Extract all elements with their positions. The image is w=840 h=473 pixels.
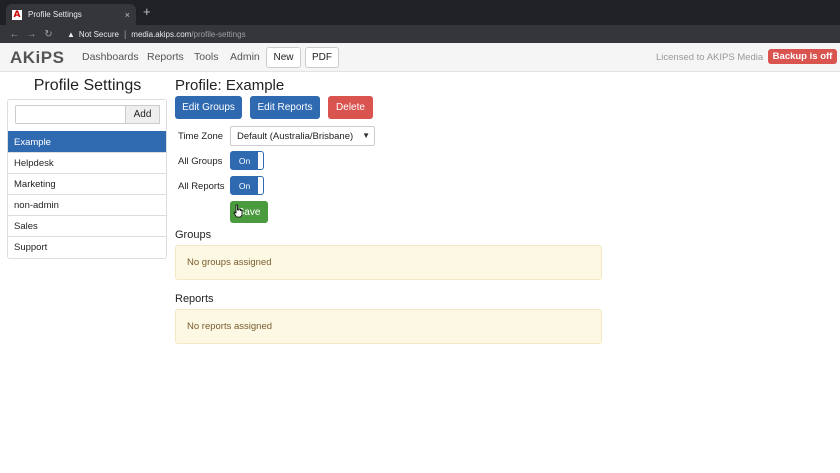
reload-icon[interactable]: ↻: [40, 29, 57, 40]
pdf-button[interactable]: PDF: [305, 47, 339, 68]
akips-logo[interactable]: AKiPS: [10, 48, 64, 68]
nav-admin[interactable]: Admin: [230, 51, 260, 63]
timezone-label: Time Zone: [178, 131, 224, 142]
forward-icon[interactable]: →: [23, 29, 40, 40]
timezone-select[interactable]: Default (Australia/Brisbane) ▼: [230, 126, 375, 146]
sidebar-item-sales[interactable]: Sales: [8, 215, 166, 236]
warning-icon: ▲: [67, 29, 75, 39]
all-groups-toggle[interactable]: On: [230, 151, 264, 170]
edit-groups-button[interactable]: Edit Groups: [175, 96, 242, 119]
close-icon[interactable]: ×: [125, 10, 130, 20]
sidebar-item-non-admin[interactable]: non-admin: [8, 194, 166, 215]
license-text: Licensed to AKIPS Media: [656, 52, 764, 63]
nav-dashboards[interactable]: Dashboards: [82, 51, 139, 63]
url-host[interactable]: media.akips.com: [131, 30, 191, 39]
hand-cursor-icon: [233, 204, 243, 218]
reports-heading: Reports: [175, 293, 214, 305]
toggle-on-label: On: [231, 177, 258, 194]
sidebar-item-helpdesk[interactable]: Helpdesk: [8, 152, 166, 173]
profile-list-panel: Add Example Helpdesk Marketing non-admin…: [7, 99, 167, 259]
toggle-on-label: On: [231, 152, 258, 169]
sidebar-item-marketing[interactable]: Marketing: [8, 173, 166, 194]
add-profile-button[interactable]: Add: [126, 105, 160, 124]
all-groups-label: All Groups: [178, 156, 223, 167]
timezone-value: Default (Australia/Brisbane): [237, 130, 354, 142]
browser-tab-bar: A Profile Settings × +: [0, 0, 840, 25]
address-bar: ← → ↻ ▲ Not Secure | media.akips.com/pro…: [0, 25, 840, 43]
app-navbar: AKiPS Dashboards Reports Tools Admin New…: [0, 43, 840, 72]
divider: |: [123, 29, 127, 39]
browser-tab[interactable]: A Profile Settings ×: [6, 4, 136, 25]
all-reports-toggle[interactable]: On: [230, 176, 264, 195]
new-profile-input[interactable]: [15, 105, 126, 124]
delete-button[interactable]: Delete: [328, 96, 373, 119]
chevron-down-icon: ▼: [362, 131, 370, 140]
back-icon[interactable]: ←: [6, 29, 23, 40]
nav-reports[interactable]: Reports: [147, 51, 184, 63]
new-tab-icon[interactable]: +: [143, 5, 151, 19]
sidebar-item-example[interactable]: Example: [8, 131, 166, 152]
sidebar-title: Profile Settings: [33, 77, 142, 94]
nav-tools[interactable]: Tools: [194, 51, 219, 63]
edit-reports-button[interactable]: Edit Reports: [250, 96, 320, 119]
reports-empty-notice: No reports assigned: [175, 309, 602, 344]
sidebar-item-support[interactable]: Support: [8, 236, 166, 257]
tab-title: Profile Settings: [28, 10, 82, 19]
page-title: Profile: Example: [175, 77, 285, 94]
groups-heading: Groups: [175, 229, 212, 241]
url-path[interactable]: /profile-settings: [191, 30, 245, 39]
all-reports-label: All Reports: [178, 181, 225, 192]
profile-list: Example Helpdesk Marketing non-admin Sal…: [8, 131, 166, 257]
backup-status-badge[interactable]: Backup is off: [768, 49, 837, 64]
groups-empty-notice: No groups assigned: [175, 245, 602, 280]
security-label[interactable]: Not Secure: [79, 30, 119, 39]
akips-favicon-icon: A: [12, 9, 22, 20]
new-button[interactable]: New: [266, 47, 301, 68]
